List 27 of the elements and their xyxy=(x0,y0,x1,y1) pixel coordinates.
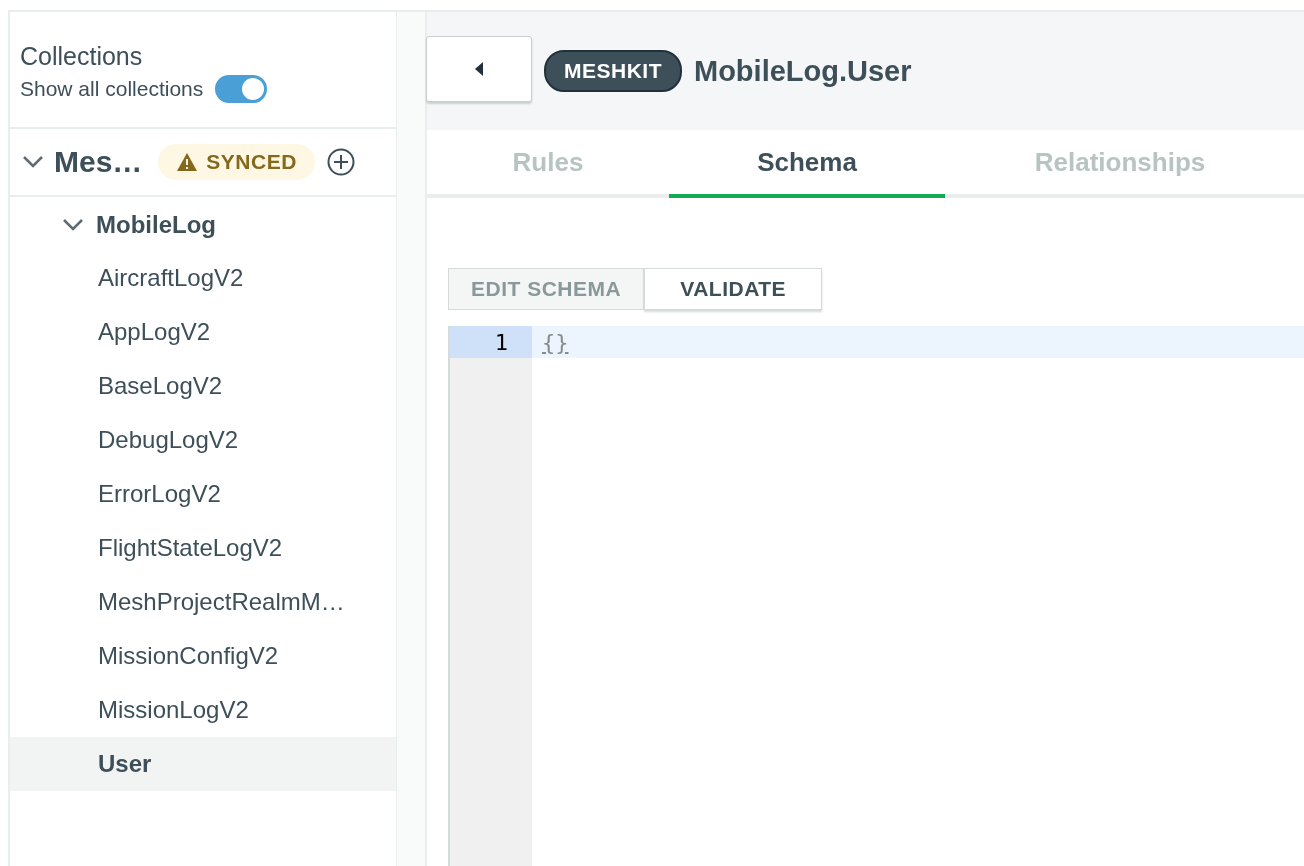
code-text: {} xyxy=(542,329,569,355)
collection-item[interactable]: AircraftLogV2 xyxy=(10,251,396,305)
collection-item[interactable]: MissionLogV2 xyxy=(10,683,396,737)
sidebar-title: Collections xyxy=(20,42,144,71)
cluster-name[interactable]: Mes… xyxy=(54,145,143,179)
caret-left-icon xyxy=(474,61,484,77)
chevron-icon[interactable] xyxy=(22,155,44,169)
collection-item[interactable]: AppLogV2 xyxy=(10,305,396,359)
mode-button[interactable]: VALIDATE xyxy=(644,268,823,310)
collection-title: MobileLog.User xyxy=(694,54,912,88)
collection-item[interactable]: DebugLogV2 xyxy=(10,413,396,467)
status-badge: SYNCED xyxy=(158,144,315,180)
toggle-label: Show all collections xyxy=(20,77,204,101)
collection-item[interactable]: BaseLogV2 xyxy=(10,359,396,413)
collection-item[interactable]: User xyxy=(10,737,396,791)
chevron-icon[interactable] xyxy=(62,218,84,232)
tab[interactable]: Schema xyxy=(669,130,945,198)
collection-item[interactable]: FlightStateLogV2 xyxy=(10,521,396,575)
line-number: 1 xyxy=(493,329,509,355)
collection-item[interactable]: MissionConfigV2 xyxy=(10,629,396,683)
project-badge: MESHKIT xyxy=(544,50,682,92)
collection-item[interactable]: MeshProjectRealmM… xyxy=(10,575,396,629)
add-icon[interactable] xyxy=(326,148,355,176)
collection-item[interactable]: ErrorLogV2 xyxy=(10,467,396,521)
toggle-switch[interactable] xyxy=(215,75,268,103)
database-name[interactable]: MobileLog xyxy=(96,211,216,239)
warning-icon xyxy=(176,152,199,172)
